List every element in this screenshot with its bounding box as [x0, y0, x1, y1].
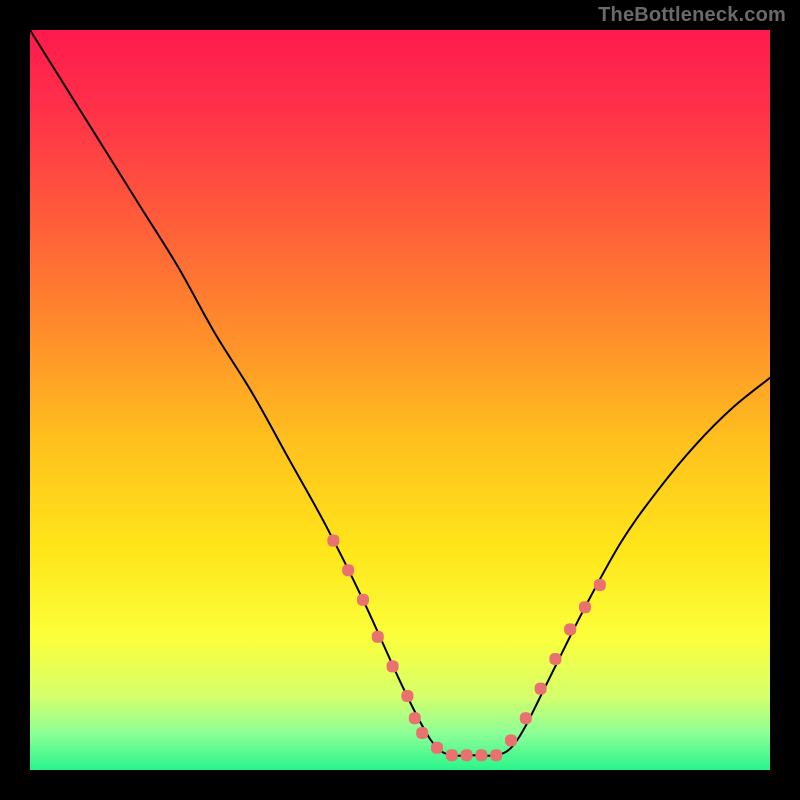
highlight-marker: [409, 712, 421, 724]
highlight-marker: [387, 660, 399, 672]
chart-svg: [30, 30, 770, 770]
highlight-marker: [431, 742, 443, 754]
highlight-marker: [327, 535, 339, 547]
highlight-marker: [490, 749, 502, 761]
plot-area: [30, 30, 770, 770]
highlight-marker: [416, 727, 428, 739]
chart-background: [30, 30, 770, 770]
watermark-text: TheBottleneck.com: [598, 4, 786, 27]
highlight-marker: [372, 631, 384, 643]
highlight-marker: [446, 749, 458, 761]
highlight-marker: [357, 594, 369, 606]
highlight-marker: [401, 690, 413, 702]
highlight-marker: [342, 564, 354, 576]
highlight-marker: [549, 653, 561, 665]
chart-stage: TheBottleneck.com: [0, 0, 800, 800]
highlight-marker: [475, 749, 487, 761]
highlight-marker: [461, 749, 473, 761]
highlight-marker: [564, 623, 576, 635]
highlight-marker: [535, 683, 547, 695]
highlight-marker: [594, 579, 606, 591]
highlight-marker: [505, 734, 517, 746]
highlight-marker: [520, 712, 532, 724]
highlight-marker: [579, 601, 591, 613]
